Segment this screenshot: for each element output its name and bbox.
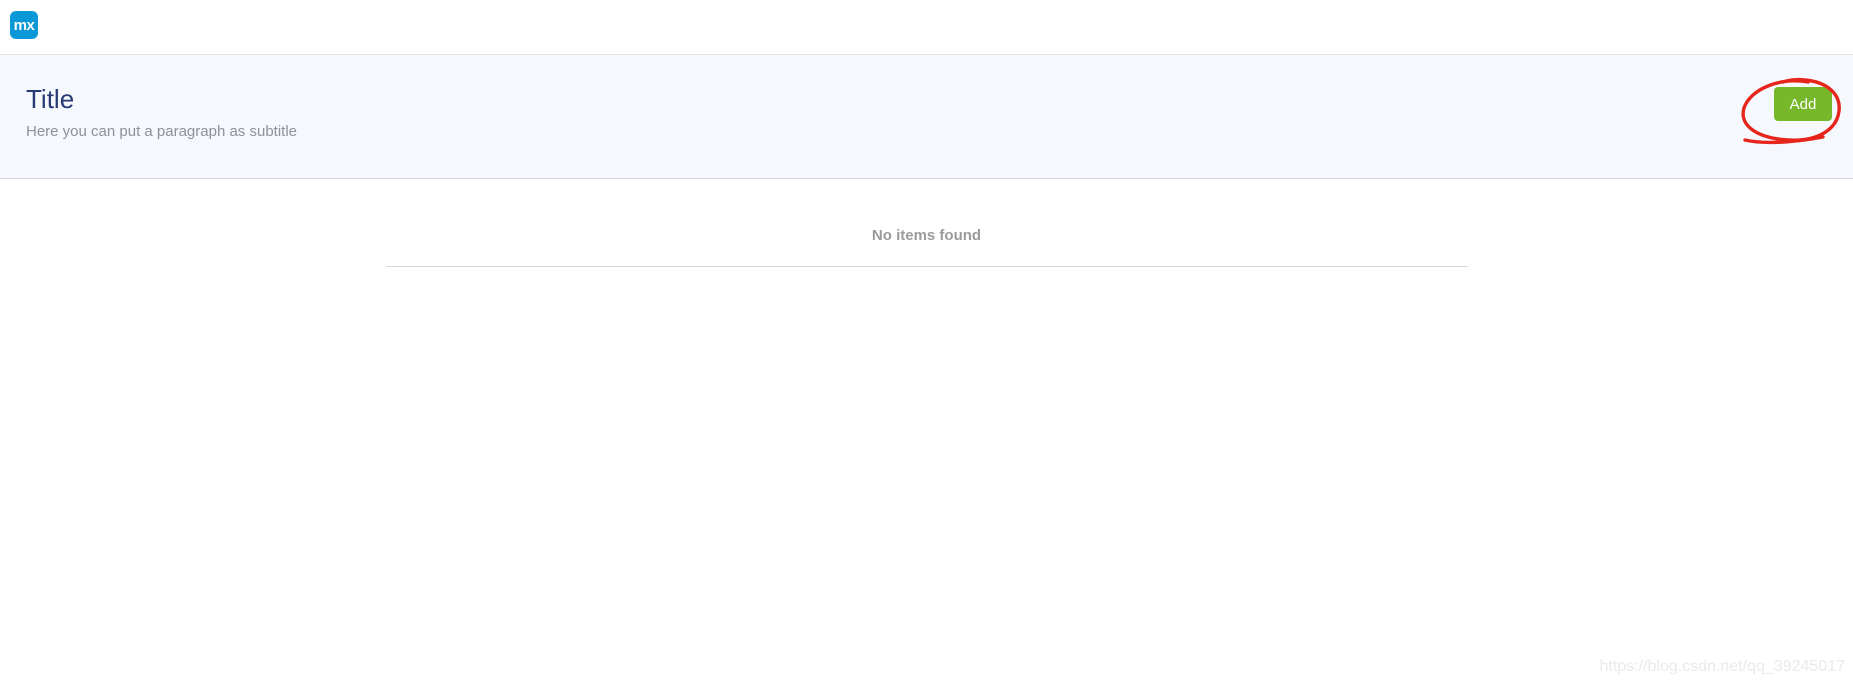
content-area: No items found — [0, 179, 1853, 267]
top-navbar: mx — [0, 0, 1853, 55]
page-title: Title — [26, 84, 75, 114]
page-subtitle: Here you can put a paragraph as subtitle — [26, 123, 298, 140]
add-button[interactable]: Add — [1774, 87, 1832, 121]
watermark: https://blog.csdn.net/qq_39245017 — [1599, 658, 1845, 675]
mendix-logo[interactable]: mx — [10, 11, 38, 39]
mendix-logo-text: mx — [13, 16, 35, 34]
empty-list: No items found — [385, 179, 1468, 267]
page-header: Title Here you can put a paragraph as su… — [0, 55, 1853, 179]
empty-list-message: No items found — [871, 227, 982, 244]
